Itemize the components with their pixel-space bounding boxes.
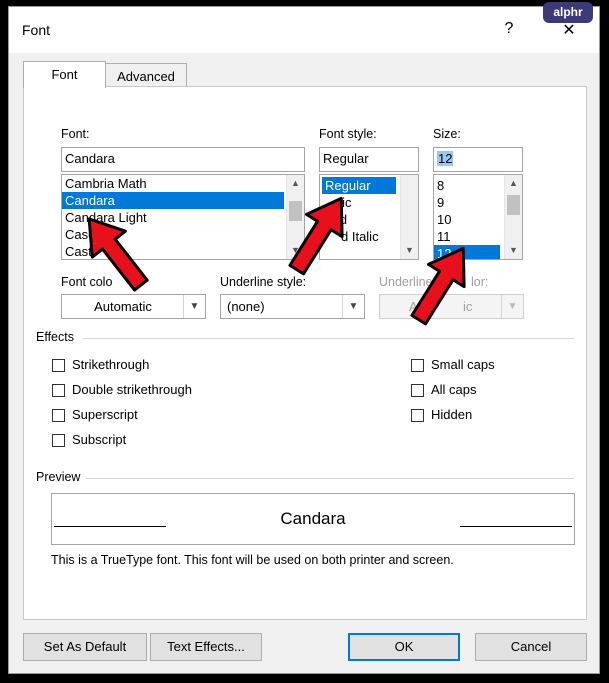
checkbox-box[interactable] [411,359,424,372]
font-style-scrollbar[interactable]: ▼ [400,175,418,259]
double-strikethrough-checkbox[interactable]: Double strikethrough [52,382,192,400]
underline-color-label-tail: lor: [471,275,489,289]
help-button[interactable]: ? [499,20,519,38]
size-input[interactable]: 12 [433,147,523,172]
list-item[interactable]: Cambria Math [62,175,304,192]
scroll-thumb[interactable] [289,201,302,221]
checkbox-box[interactable] [52,384,65,397]
small-caps-checkbox[interactable]: Small caps [411,357,495,375]
scroll-down-icon[interactable]: ▼ [401,242,418,259]
hidden-checkbox[interactable]: Hidden [411,407,472,425]
close-icon[interactable]: ✕ [559,20,579,40]
superscript-checkbox[interactable]: Superscript [52,407,138,425]
effects-group-title: Effects [36,330,74,344]
dialog-title: Font [22,22,51,38]
preview-divider [86,478,574,479]
font-color-select[interactable]: Automatic ▼ [61,294,206,319]
size-label: Size: [433,127,461,141]
checkbox-box[interactable] [411,384,424,397]
checkbox-box[interactable] [52,359,65,372]
font-style-label: Font style: [319,127,377,141]
scroll-down-icon[interactable]: ▼ [505,242,522,259]
font-style-input[interactable]: Regular [319,147,419,172]
size-list-scrollbar[interactable]: ▲ ▼ [504,175,522,259]
effects-divider [83,338,574,339]
underline-style-select[interactable]: (none) ▼ [220,294,365,319]
title-bar: Font ? ✕ [9,7,599,53]
cancel-button[interactable]: Cancel [475,633,587,661]
preview-group-title: Preview [36,470,81,484]
underline-style-label: Underline style: [220,275,307,289]
strikethrough-checkbox[interactable]: Strikethrough [52,357,149,375]
font-name-input[interactable]: Candara [61,147,305,172]
scroll-thumb[interactable] [507,195,520,215]
checkbox-box[interactable] [411,409,424,422]
checkbox-box[interactable] [52,434,65,447]
preview-note: This is a TrueType font. This font will … [51,553,454,567]
chevron-down-icon: ▼ [501,295,523,318]
preview-box: Candara [51,493,575,545]
chevron-down-icon: ▼ [342,295,364,318]
scroll-up-icon[interactable]: ▲ [287,175,304,192]
text-effects-button[interactable]: Text Effects... [150,633,262,661]
list-item-selected[interactable]: Candara [62,192,284,209]
font-dialog: Font ? ✕ Font Advanced Font: Candara Cam… [8,6,600,674]
all-caps-checkbox[interactable]: All caps [411,382,477,400]
subscript-checkbox[interactable]: Subscript [52,432,126,450]
set-as-default-button[interactable]: Set As Default [23,633,147,661]
scroll-up-icon[interactable]: ▲ [505,175,522,192]
preview-baseline-right [460,526,572,527]
chevron-down-icon: ▼ [183,295,205,318]
alphr-watermark: alphr [543,2,593,23]
checkbox-box[interactable] [52,409,65,422]
ok-button[interactable]: OK [348,633,460,661]
tab-font[interactable]: Font [23,61,106,88]
font-label: Font: [61,127,90,141]
